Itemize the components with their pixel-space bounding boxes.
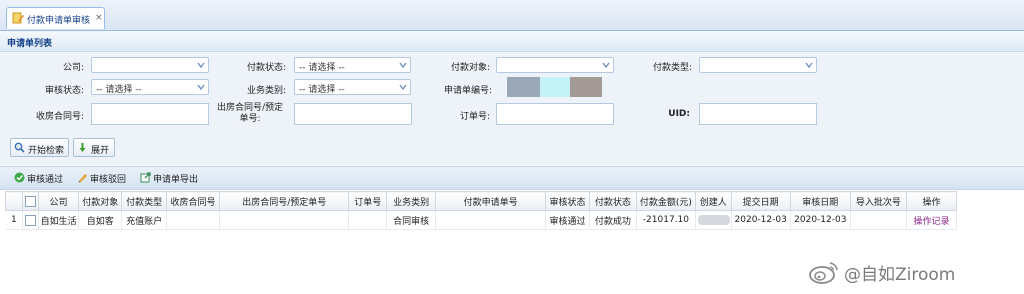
close-icon[interactable]: × (95, 13, 103, 23)
cell-order-no (348, 210, 388, 230)
chevron-down-icon (197, 84, 205, 91)
cell-contract-in (166, 210, 220, 230)
contract-out-input[interactable] (294, 103, 412, 125)
cell-contract-out (219, 210, 350, 230)
chevron-down-icon (197, 62, 205, 69)
row-checkbox[interactable] (25, 214, 37, 226)
expand-button[interactable]: 展开 (73, 138, 115, 157)
pay-status-label: 付款状态: (246, 63, 286, 73)
contract-in-label: 收房合同号: (35, 112, 84, 122)
row-index: 1 (5, 210, 24, 230)
tab-bar: 付款申请单审核 × (0, 0, 1024, 31)
check-circle-icon (14, 172, 25, 183)
watermark-text: @自如Ziroom (844, 265, 956, 285)
cell-audit-date: 2020-12-03 (790, 210, 851, 230)
column-header-operation[interactable]: 操作 (905, 191, 958, 211)
column-header-target[interactable]: 付款对象 (78, 191, 123, 211)
column-header-select[interactable] (22, 191, 39, 211)
panel-header: 申请单列表 (0, 31, 1024, 52)
redacted-block (507, 77, 540, 97)
contract-in-input[interactable] (91, 103, 209, 125)
cell-biz-type: 合同审核 (386, 210, 437, 230)
redacted-block (697, 214, 730, 225)
cell-creator (695, 210, 732, 230)
chevron-down-icon (805, 62, 813, 69)
application-table: 公司 付款对象 付款类型 收房合同号 出房合同号/预定单号 订单号 业务类别 付… (4, 191, 958, 230)
cell-batch-no (850, 210, 907, 230)
chevron-down-icon (399, 62, 407, 69)
order-no-input[interactable] (496, 103, 614, 125)
table-header-row: 公司 付款对象 付款类型 收房合同号 出房合同号/预定单号 订单号 业务类别 付… (4, 191, 958, 211)
column-header-amount[interactable]: 付款金额(元) (635, 191, 696, 211)
company-select[interactable] (91, 57, 209, 73)
redacted-block (570, 77, 602, 97)
panel-title: 申请单列表 (7, 39, 53, 49)
grid-toolbar: 审核通过 审核驳回 申请单导出 (0, 166, 1024, 190)
search-icon (14, 142, 25, 153)
column-header-index (4, 191, 24, 211)
cell-company: 自如生活 (38, 210, 80, 230)
column-header-biz-type[interactable]: 业务类别 (386, 191, 437, 211)
audit-status-select[interactable]: -- 请选择 -- (91, 79, 209, 95)
audit-status-label: 审核状态: (44, 86, 84, 96)
cell-amount: -21017.10 (636, 210, 696, 230)
column-header-audit-date[interactable]: 审核日期 (789, 191, 851, 211)
pay-type-select[interactable] (699, 57, 817, 73)
pay-type-label: 付款类型: (652, 63, 692, 73)
tab-payment-audit[interactable]: 付款申请单审核 × (6, 7, 105, 29)
chevron-down-icon (399, 84, 407, 91)
chevron-down-icon (602, 62, 610, 69)
row-select[interactable] (22, 210, 39, 230)
cell-target: 自如客 (78, 210, 123, 230)
biz-type-select[interactable]: -- 请选择 -- (294, 79, 411, 95)
column-header-creator[interactable]: 创建人 (694, 191, 732, 211)
cell-type: 充值账户 (121, 210, 167, 230)
select-all-checkbox[interactable] (25, 195, 37, 207)
cell-apply-no (435, 210, 547, 230)
cell-audit-status: 审核通过 (545, 210, 590, 230)
column-header-batch-no[interactable]: 导入批次号 (849, 191, 907, 211)
contract-out-label: 出房合同号/预定单号: (216, 103, 284, 124)
table-row[interactable]: 1 自如生活 自如客 充值账户 合同审核 审核通过 付款成功 -21017.10… (5, 210, 958, 230)
column-header-contract-out[interactable]: 出房合同号/预定单号 (218, 191, 350, 211)
pay-target-select[interactable] (496, 57, 614, 73)
reject-button[interactable]: 审核驳回 (77, 171, 133, 185)
pay-target-label: 付款对象: (450, 63, 490, 73)
pay-status-select[interactable]: -- 请选择 -- (294, 57, 411, 73)
approve-button[interactable]: 审核通过 (14, 171, 70, 185)
column-header-company[interactable]: 公司 (37, 191, 80, 211)
cell-pay-status: 付款成功 (589, 210, 637, 230)
biz-type-label: 业务类别: (246, 86, 286, 96)
apply-no-label: 申请单编号: (443, 86, 492, 96)
weibo-logo-icon (809, 262, 838, 284)
column-header-pay-status[interactable]: 付款状态 (588, 191, 637, 211)
column-header-audit-status[interactable]: 审核状态 (545, 191, 590, 211)
redacted-block (540, 77, 570, 97)
tab-title: 付款申请单审核 (27, 16, 91, 26)
column-header-type[interactable]: 付款类型 (121, 191, 167, 211)
pencil-icon (78, 174, 87, 183)
cell-submit-date: 2020-12-03 (731, 210, 791, 230)
column-header-submit-date[interactable]: 提交日期 (730, 191, 791, 211)
uid-label: UID: (668, 109, 690, 119)
column-header-contract-in[interactable]: 收房合同号 (166, 191, 220, 211)
order-no-label: 订单号: (459, 112, 490, 122)
export-button[interactable]: 申请单导出 (140, 171, 204, 185)
uid-input[interactable] (699, 103, 817, 125)
search-button[interactable]: 开始检索 (10, 138, 69, 157)
column-header-order-no[interactable]: 订单号 (348, 191, 388, 211)
company-label: 公司: (62, 63, 84, 73)
document-pencil-icon (12, 12, 24, 24)
operation-log-link[interactable]: 操作记录 (906, 210, 958, 230)
arrow-down-icon (79, 143, 86, 152)
column-header-apply-no[interactable]: 付款申请单号 (435, 191, 547, 211)
export-icon (140, 172, 151, 183)
